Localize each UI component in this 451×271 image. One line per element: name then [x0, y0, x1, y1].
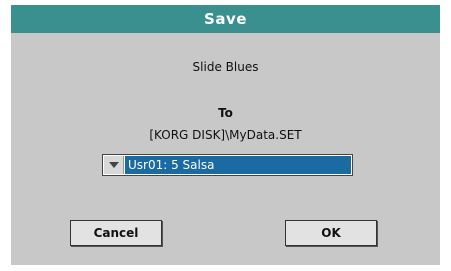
save-dialog: Save Slide Blues To [KORG DISK]\MyData.S… [11, 5, 440, 265]
to-label: To [218, 106, 233, 120]
chevron-down-icon[interactable] [104, 156, 124, 174]
destination-select[interactable]: Usr01: 5 Salsa [102, 154, 353, 176]
destination-select-value[interactable]: Usr01: 5 Salsa [125, 156, 351, 174]
item-name: Slide Blues [192, 60, 259, 74]
ok-button[interactable]: OK [285, 220, 377, 246]
destination-path: [KORG DISK]\MyData.SET [149, 128, 302, 142]
cancel-button[interactable]: Cancel [70, 220, 162, 246]
dialog-title: Save [11, 5, 440, 33]
